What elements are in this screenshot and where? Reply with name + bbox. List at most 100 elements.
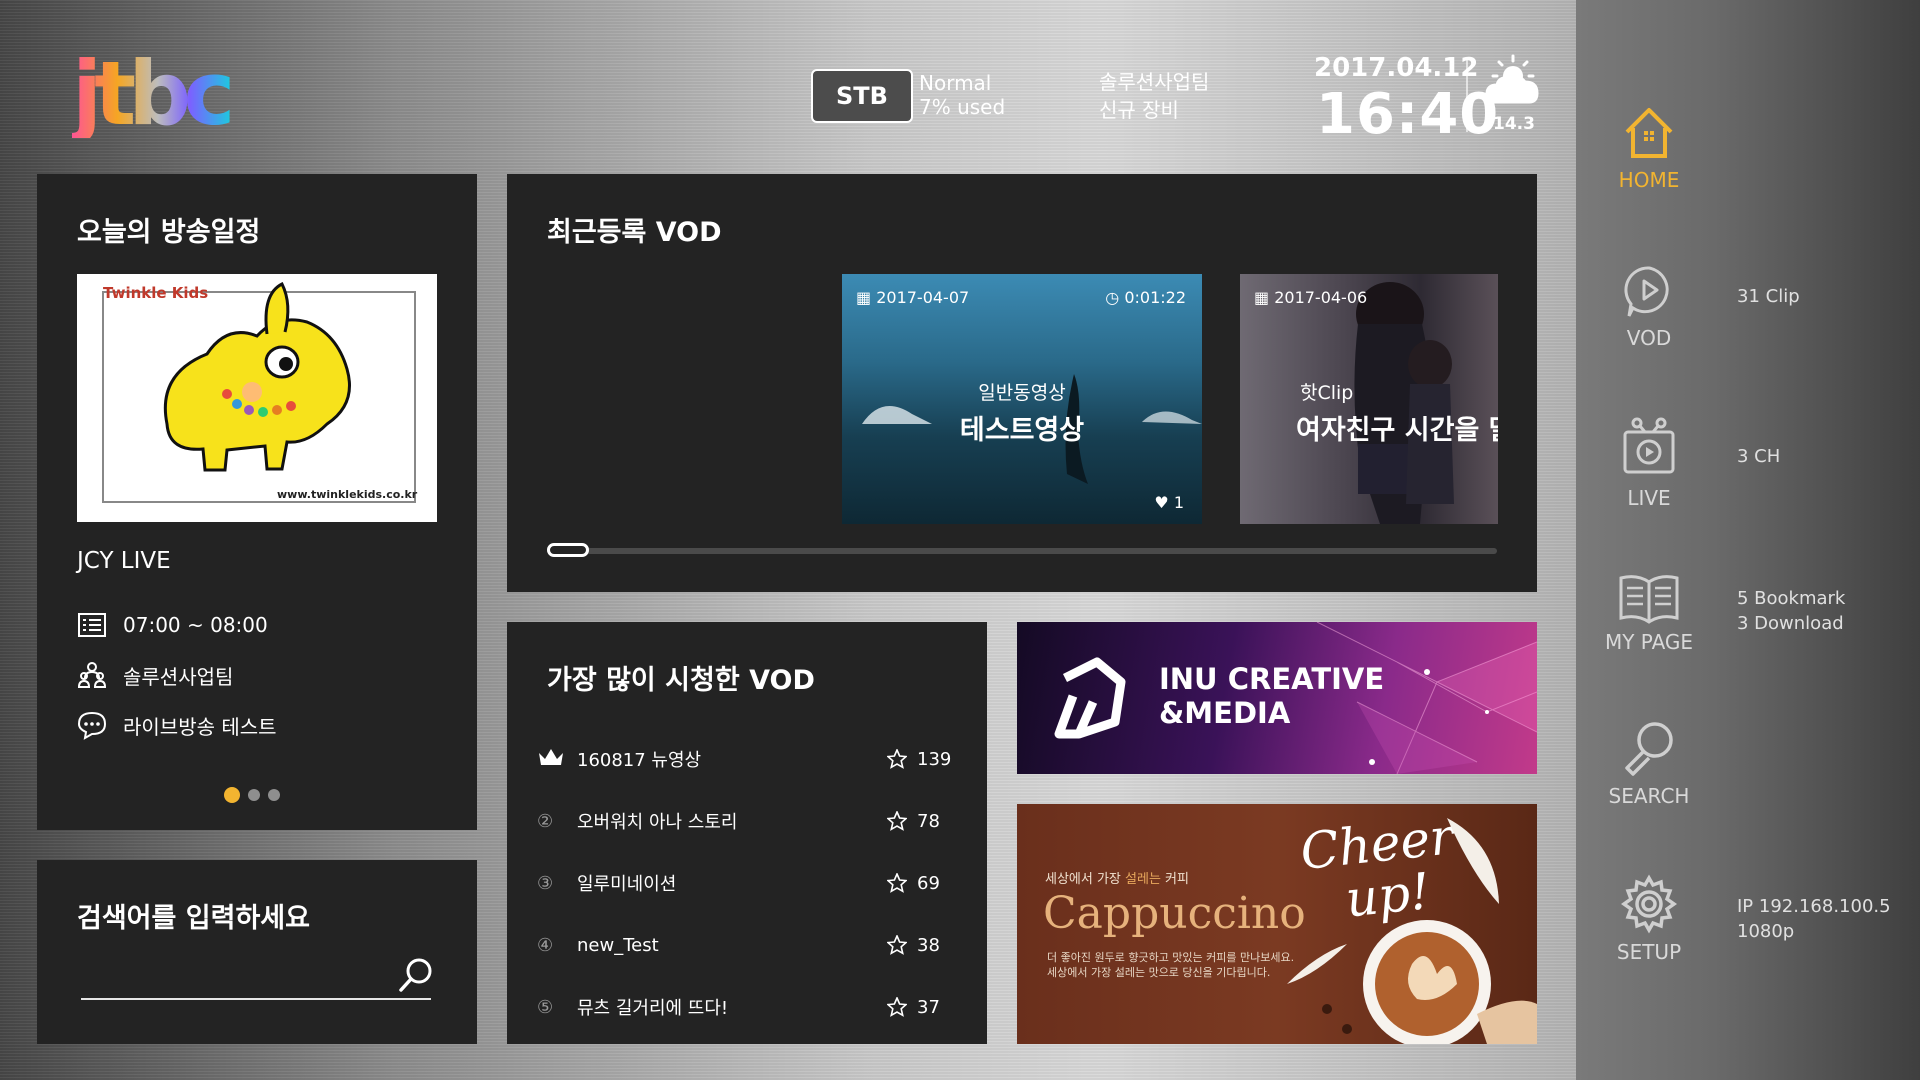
nav-search-label: SEARCH: [1608, 784, 1690, 808]
popular-vod-panel: 가장 많이 시청한 VOD 160817 뉴영상 139 ② 오버워치 아나 스…: [507, 622, 987, 1044]
schedule-team: 솔루션사업팀: [123, 664, 234, 689]
nav-mypage-label: MY PAGE: [1604, 630, 1694, 654]
temperature: 14.3: [1493, 114, 1535, 134]
book-icon: [1619, 575, 1679, 624]
nav-setup[interactable]: SETUP: [1576, 874, 1722, 964]
pager-dot[interactable]: [248, 789, 260, 801]
header-divider: [1466, 60, 1468, 132]
current-date: 2017.04.12: [1314, 53, 1479, 83]
vod-clip-count: 31 Clip: [1737, 286, 1800, 307]
pager-dot[interactable]: [268, 789, 280, 801]
popular-item-count: 69: [917, 872, 940, 894]
vod-card-like-count: 1: [1173, 493, 1184, 512]
nav-mypage[interactable]: MY PAGE: [1576, 572, 1722, 654]
search-input[interactable]: [81, 960, 385, 998]
bookmark-count: 5 Bookmark: [1737, 588, 1846, 609]
nav-vod[interactable]: VOD: [1576, 262, 1722, 350]
popular-item-rank: ②: [537, 810, 554, 832]
stb-status-line: Normal: [919, 71, 992, 95]
schedule-program: 라이브방송 테스트: [123, 714, 277, 739]
popular-item[interactable]: 160817 뉴영상 139: [537, 739, 967, 779]
vod-card-duration-wrap: ◷ 0:01:22: [1105, 288, 1186, 307]
chat-bubble-icon: [77, 711, 107, 740]
popular-item-name: new_Test: [577, 934, 659, 956]
team-device: 신규 장비: [1099, 98, 1179, 122]
channel-name: JCY LIVE: [77, 548, 171, 574]
popular-item-rank: ④: [537, 934, 554, 956]
vod-scrollbar-thumb[interactable]: [547, 543, 589, 557]
schedule-title: 오늘의 방송일정: [77, 217, 261, 248]
weather-cloud-sun-icon: [1483, 52, 1543, 112]
star-icon: [887, 873, 907, 893]
popular-item-score: 139: [887, 749, 967, 770]
vod-card-category: 핫Clip: [1300, 382, 1354, 404]
popular-item[interactable]: ⑤ 뮤츠 길거리에 뜨다! 37: [537, 987, 967, 1027]
popular-item-count: 37: [917, 996, 940, 1018]
nav-vod-info: 31 Clip: [1737, 284, 1800, 309]
vod-thumbnail-girls: [1354, 282, 1454, 524]
calendar-icon: ▦: [856, 288, 877, 307]
stb-badge: STB: [811, 69, 913, 123]
inu-banner-text: INU CREATIVE &MEDIA: [1159, 662, 1384, 730]
star-icon: [887, 935, 907, 955]
stb-usage-line: 7% used: [919, 95, 1006, 119]
search-title: 검색어를 입력하세요: [77, 903, 310, 934]
nav-live-label: LIVE: [1627, 486, 1671, 510]
schedule-time: 07:00 ~ 08:00: [123, 613, 268, 637]
home-icon: [1625, 108, 1673, 158]
popular-item-count: 38: [917, 934, 940, 956]
magnifier-icon: [1625, 722, 1673, 776]
nav-setup-label: SETUP: [1616, 940, 1682, 964]
schedule-time-row: 07:00 ~ 08:00: [77, 610, 268, 640]
thumbnail-url: www.twinklekids.co.kr: [277, 488, 418, 501]
tv-live-icon: [1623, 417, 1675, 474]
inu-creative-banner[interactable]: INU CREATIVE &MEDIA: [1017, 622, 1537, 774]
program-thumbnail[interactable]: Twinkle Kids www.twinklekids.co.kr: [77, 274, 437, 522]
popular-item-name: 뮤츠 길거리에 뜨다!: [577, 998, 729, 1019]
popular-item-score: 37: [887, 997, 967, 1018]
current-time: 16:40: [1316, 82, 1500, 147]
vod-card-category: 일반동영상: [978, 382, 1066, 404]
nav-home[interactable]: HOME: [1576, 104, 1722, 192]
nav-live-info: 3 CH: [1737, 444, 1780, 469]
ip-address: IP 192.168.100.5: [1737, 896, 1891, 917]
logo-text: jtbc: [72, 48, 230, 138]
vod-scrollbar-track[interactable]: [547, 548, 1497, 554]
recent-vod-title: 최근등록 VOD: [547, 217, 722, 248]
popular-item-name: 일루미네이션: [577, 874, 677, 895]
popular-item-score: 78: [887, 811, 967, 832]
vod-play-icon: [1624, 266, 1669, 317]
vod-card-likes: ♥ 1: [1154, 493, 1184, 512]
stb-status: Normal 7% used: [919, 71, 1005, 119]
recent-vod-panel: 최근등록 VOD ▦ 2017-04-07 ◷ 0:01:22 일반동영상 테스…: [507, 174, 1537, 592]
star-icon: [887, 811, 907, 831]
vod-card-title: 여자친구 시간을 달: [1296, 415, 1498, 446]
gear-icon: [1620, 874, 1678, 934]
vod-card[interactable]: ▦ 2017-04-06 핫Clip 여자친구 시간을 달: [1240, 274, 1498, 524]
schedule-program-row: 라이브방송 테스트: [77, 710, 277, 740]
vod-card-date: 2017-04-06: [1274, 288, 1368, 307]
popular-item-score: 69: [887, 873, 967, 894]
popular-item[interactable]: ④ new_Test 38: [537, 925, 967, 965]
heart-icon: ♥: [1154, 493, 1174, 512]
resolution: 1080p: [1737, 921, 1795, 942]
popular-item[interactable]: ③ 일루미네이션 69: [537, 863, 967, 903]
download-count: 3 Download: [1737, 613, 1844, 634]
vod-card-title: 테스트영상: [959, 415, 1085, 446]
calendar-icon: ▦: [1254, 288, 1275, 307]
clock-icon: ◷: [1105, 288, 1125, 307]
cappuccino-banner[interactable]: 세상에서 가장 설레는 커피 Cappuccino 더 좋아진 원두로 향긋하고…: [1017, 804, 1537, 1044]
vod-card-date: 2017-04-07: [876, 288, 970, 307]
search-underline: [81, 998, 431, 1000]
nav-search[interactable]: SEARCH: [1576, 718, 1722, 808]
search-icon[interactable]: [397, 956, 435, 994]
pager-dot-active[interactable]: [224, 787, 240, 803]
popular-item[interactable]: ② 오버워치 아나 스토리 78: [537, 801, 967, 841]
vod-card-date-wrap: ▦ 2017-04-06: [1254, 288, 1367, 307]
popular-item-name: 오버워치 아나 스토리: [577, 812, 738, 833]
vod-card[interactable]: ▦ 2017-04-07 ◷ 0:01:22 일반동영상 테스트영상 ♥ 1: [842, 274, 1202, 524]
vod-card-date-wrap: ▦ 2017-04-07: [856, 288, 969, 307]
thumbnail-brand: Twinkle Kids: [103, 284, 208, 302]
team-info: 솔루션사업팀 신규 장비: [1099, 68, 1209, 124]
nav-live[interactable]: LIVE: [1576, 416, 1722, 510]
